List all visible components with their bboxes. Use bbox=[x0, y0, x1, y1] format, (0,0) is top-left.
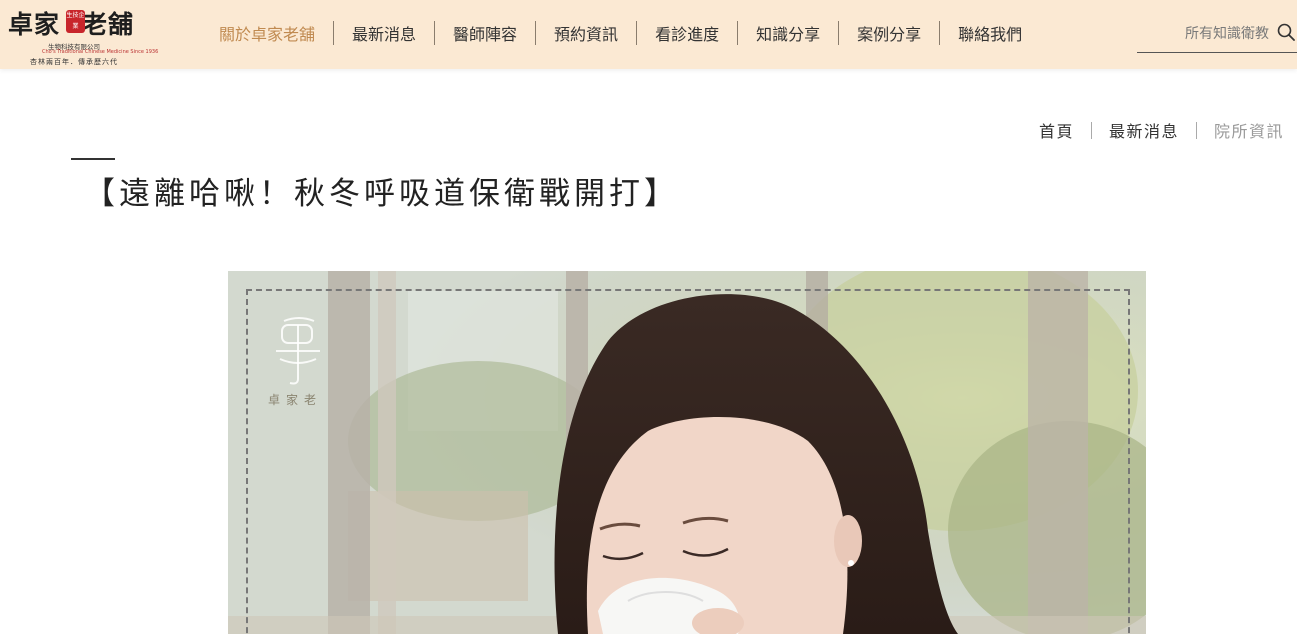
nav-item-about[interactable]: 關於卓家老舖 bbox=[201, 21, 333, 45]
brand-logo[interactable]: 卓家 老舖 生技企業 生物科技有限公司 Cho's Traditional Chi… bbox=[8, 5, 158, 66]
brand-slogan: 杏林兩百年．傳承歷六代 bbox=[30, 58, 118, 66]
breadcrumb-news[interactable]: 最新消息 bbox=[1109, 118, 1179, 142]
nav-item-contact[interactable]: 聯絡我們 bbox=[940, 21, 1040, 45]
search-box bbox=[1137, 16, 1297, 53]
hero-dashed-frame bbox=[246, 289, 1130, 634]
page-title: 【遠離哈啾！秋冬呼吸道保衛戰開打】 bbox=[84, 176, 679, 212]
breadcrumb: 首頁 最新消息 院所資訊 bbox=[1039, 118, 1284, 142]
nav-item-doctors[interactable]: 醫師陣容 bbox=[435, 21, 535, 45]
breadcrumb-home[interactable]: 首頁 bbox=[1039, 118, 1074, 142]
nav-item-news[interactable]: 最新消息 bbox=[334, 21, 434, 45]
breadcrumb-divider bbox=[1195, 121, 1197, 139]
watermark-emblem-icon bbox=[276, 317, 320, 385]
nav-item-cases[interactable]: 案例分享 bbox=[839, 21, 939, 45]
watermark-text: 卓家老 bbox=[268, 393, 323, 407]
watermark-logo: 卓家老 bbox=[264, 311, 334, 411]
search-icon[interactable] bbox=[1277, 23, 1295, 41]
title-accent-line bbox=[71, 158, 115, 160]
site-header: 卓家 老舖 生技企業 生物科技有限公司 Cho's Traditional Chi… bbox=[0, 0, 1297, 69]
brand-english: Cho's Traditional Chinese Medicine Since… bbox=[42, 49, 159, 55]
brand-seal: 生技企業 bbox=[66, 10, 85, 33]
nav-item-appointment[interactable]: 預約資訊 bbox=[536, 21, 636, 45]
nav-item-knowledge[interactable]: 知識分享 bbox=[738, 21, 838, 45]
hero-image: 卓家老 bbox=[228, 271, 1146, 634]
search-input[interactable] bbox=[1137, 22, 1271, 46]
breadcrumb-divider bbox=[1090, 121, 1092, 139]
main-nav: 關於卓家老舖 最新消息 醫師陣容 預約資訊 看診進度 知識分享 案例分享 聯絡我… bbox=[201, 20, 1040, 46]
nav-item-progress[interactable]: 看診進度 bbox=[637, 21, 737, 45]
breadcrumb-current: 院所資訊 bbox=[1213, 122, 1284, 141]
